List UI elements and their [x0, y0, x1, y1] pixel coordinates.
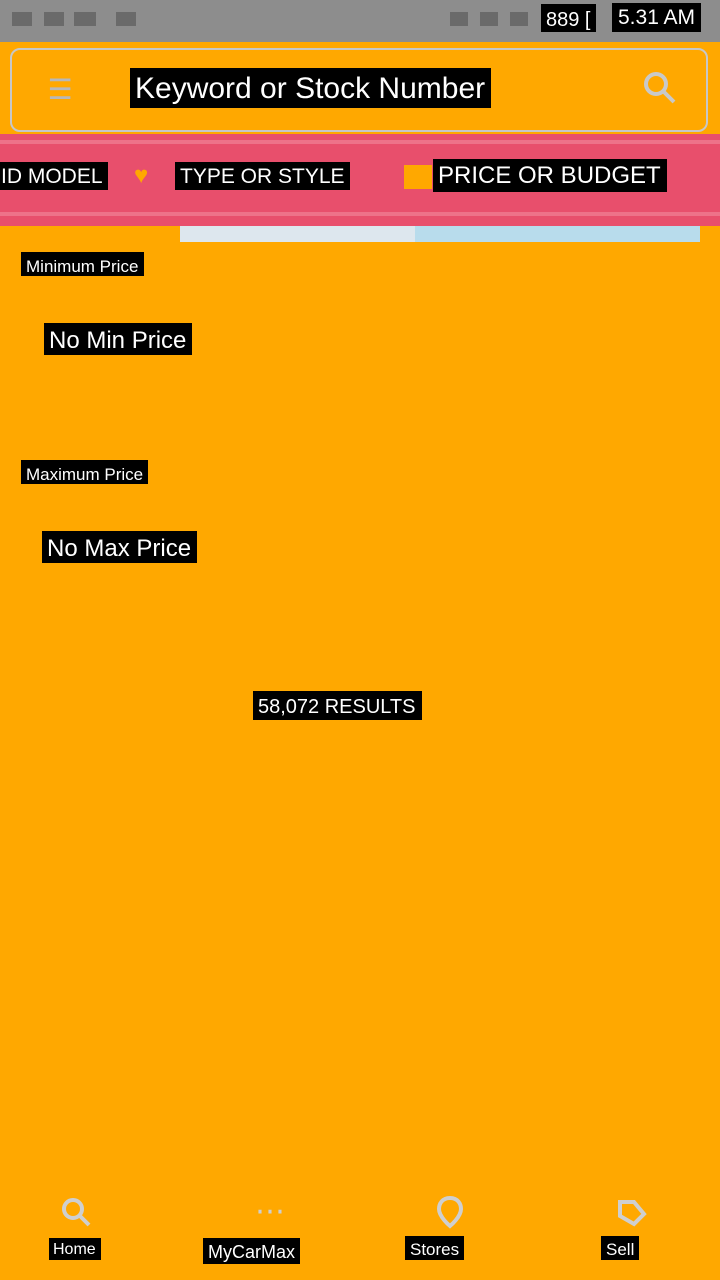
- battery-icon: [510, 12, 528, 26]
- tab-indicator-active: [415, 226, 700, 242]
- max-price-value[interactable]: No Max Price: [42, 531, 198, 563]
- tab-make-model[interactable]: ID MODEL: [0, 162, 108, 190]
- notification-icon: [44, 12, 64, 26]
- divider: [0, 140, 720, 144]
- min-price-value[interactable]: No Min Price: [44, 323, 193, 355]
- search-icon[interactable]: [640, 68, 680, 108]
- notification-icon: [116, 12, 136, 26]
- divider: [0, 212, 720, 216]
- status-time: 5.31 AM: [612, 3, 702, 32]
- signal-icon: [450, 12, 468, 26]
- nav-stores[interactable]: [390, 1192, 510, 1272]
- notification-icon: [74, 12, 96, 26]
- tab-indicator: [180, 226, 700, 242]
- nav-home-label[interactable]: Home: [49, 1238, 101, 1260]
- max-price-label: Maximum Price: [21, 460, 149, 484]
- nav-sell-label[interactable]: Sell: [601, 1236, 640, 1260]
- results-button[interactable]: 58,072 RESULTS: [253, 691, 422, 720]
- min-price-label: Minimum Price: [21, 252, 145, 276]
- nav-mycarmax-label[interactable]: MyCarMax: [203, 1238, 301, 1264]
- wifi-icon: [480, 12, 498, 26]
- price-tag-icon: [404, 165, 432, 189]
- tab-type-or-style[interactable]: TYPE OR STYLE: [175, 162, 350, 190]
- car-icon: ⋯: [255, 1195, 285, 1228]
- search-input[interactable]: Keyword or Stock Number: [130, 68, 492, 108]
- tab-price-or-budget[interactable]: PRICE OR BUDGET: [433, 159, 667, 192]
- notification-icon: [12, 12, 32, 26]
- nav-stores-label[interactable]: Stores: [405, 1236, 465, 1260]
- menu-icon[interactable]: ☰: [42, 72, 78, 108]
- heart-icon: ♥: [134, 162, 149, 189]
- nav-home[interactable]: [16, 1192, 136, 1272]
- tag-icon: [618, 1200, 647, 1227]
- nav-sell[interactable]: [570, 1192, 690, 1272]
- status-count: 889 [: [541, 4, 597, 32]
- search-icon: [62, 1198, 91, 1227]
- location-pin-icon: [436, 1195, 464, 1229]
